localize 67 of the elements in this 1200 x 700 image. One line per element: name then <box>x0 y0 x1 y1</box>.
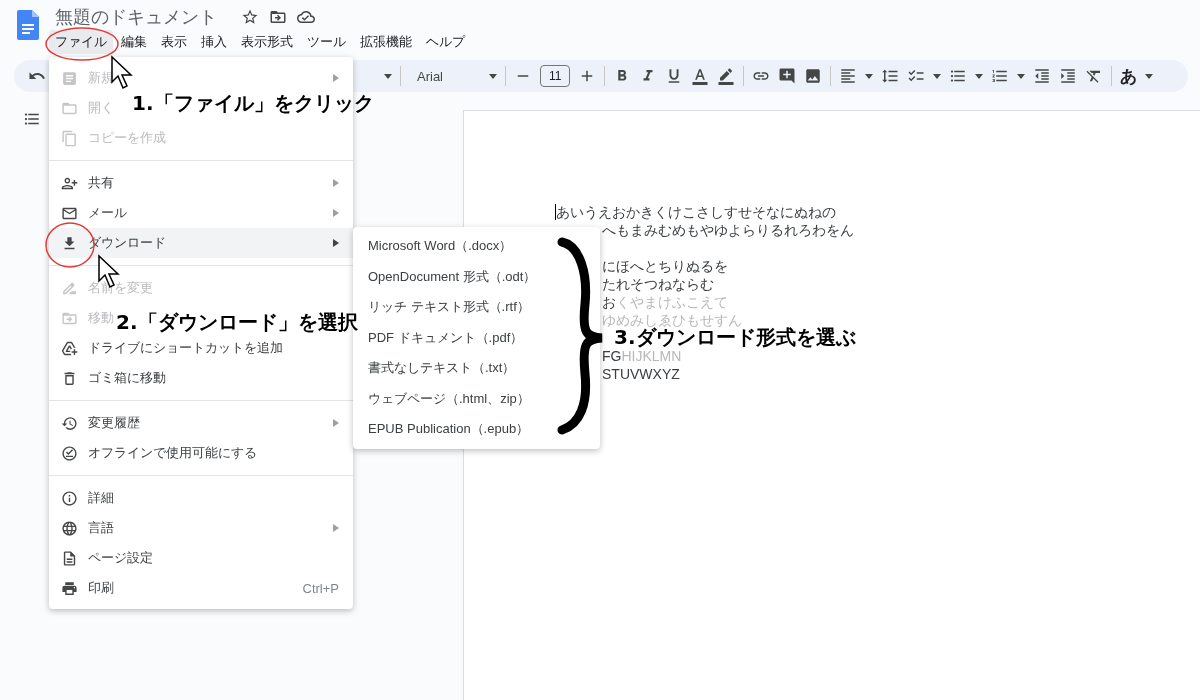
menu-item[interactable]: 変更履歴 <box>88 414 140 432</box>
text-color-icon[interactable] <box>691 67 710 85</box>
menu-item[interactable]: ゴミ箱に移動 <box>88 369 166 387</box>
menu-item[interactable]: 言語 <box>88 519 114 537</box>
document-text: ゆめみしゑひもせすん <box>601 311 743 328</box>
submenu-item[interactable]: 書式なしテキスト（.txt） <box>353 353 516 384</box>
caret-icon <box>1145 73 1154 79</box>
document-text: たれそつねならむ <box>601 275 715 293</box>
menu-item-icon <box>61 519 78 537</box>
menu-item[interactable]: オフラインで使用可能にする <box>88 444 257 462</box>
menu-item[interactable]: 印刷 <box>88 579 114 597</box>
menu-item-icon <box>61 414 78 432</box>
numbered-list-icon[interactable] <box>991 67 1010 85</box>
submenu-item[interactable]: ウェブページ（.html、zip） <box>353 383 530 414</box>
menu-item[interactable]: ドライブにショートカットを追加 <box>88 339 283 357</box>
document-text: FGHIJKLMN <box>601 348 683 365</box>
menu-item-icon <box>61 489 78 507</box>
menu-item-icon <box>61 129 78 147</box>
document-text: へもまみむめもやゆよらりるれろわをん <box>601 221 855 239</box>
document-text: にほへとちりぬるを <box>601 257 729 275</box>
menu-tab[interactable]: 編集 <box>115 30 153 54</box>
menu-item-icon <box>61 339 78 357</box>
menu-item-icon <box>61 69 78 87</box>
shortcut-label: Ctrl+P <box>302 580 339 596</box>
menu-tab[interactable]: ツール <box>301 30 352 54</box>
step-caption: 2.「ダウンロード」を選択 <box>116 309 358 336</box>
document-text: STUVWXYZ <box>601 365 681 383</box>
document-text: あいうえおかきくけこさしすせそなにぬねの <box>555 203 837 221</box>
caret-icon <box>933 73 942 79</box>
menu-item-icon <box>61 549 78 567</box>
submenu-item[interactable]: OpenDocument 形式（.odt） <box>353 261 537 292</box>
docs-logo-icon[interactable] <box>17 10 39 40</box>
menu-tab[interactable]: ヘルプ <box>420 30 471 54</box>
menu-tab[interactable]: 表示 <box>155 30 193 54</box>
indent-increase-icon[interactable] <box>1059 67 1078 85</box>
highlighter-icon[interactable] <box>717 67 736 85</box>
menu-item[interactable]: 詳細 <box>88 489 114 507</box>
folder-move-icon[interactable] <box>269 8 287 26</box>
menu-tab[interactable]: 拡張機能 <box>354 30 418 54</box>
menu-item[interactable]: ページ設定 <box>88 549 153 567</box>
caret-icon <box>1017 73 1026 79</box>
document-text: お くやまけふこえて <box>601 293 729 311</box>
menu-tab[interactable]: 挿入 <box>195 30 233 54</box>
submenu-item[interactable]: Microsoft Word（.docx） <box>353 231 513 262</box>
menu-item[interactable]: 共有 <box>88 174 114 192</box>
caret-icon <box>489 73 497 79</box>
align-left-icon[interactable] <box>839 67 858 85</box>
submenu-item[interactable]: EPUB Publication（.epub） <box>353 414 530 445</box>
caret-icon <box>975 73 984 79</box>
indent-decrease-icon[interactable] <box>1033 67 1052 85</box>
font-dropdown[interactable]: Arial <box>409 64 481 88</box>
menu-item-icon <box>61 579 78 597</box>
cloud-icon[interactable] <box>297 8 315 26</box>
add-comment-icon[interactable] <box>778 67 797 85</box>
caret-icon <box>865 73 874 79</box>
image-icon[interactable] <box>804 67 823 85</box>
line-spacing-icon[interactable] <box>881 67 900 85</box>
caret-icon <box>384 73 392 79</box>
menu-tab[interactable]: 表示形式 <box>235 30 299 54</box>
star-icon[interactable] <box>241 8 259 26</box>
menu-item[interactable]: メール <box>88 204 127 222</box>
document-title[interactable]: 無題のドキュメント <box>55 5 217 29</box>
font-size-field[interactable]: 11 <box>540 65 571 87</box>
step-caption: 1.「ファイル」をクリック <box>132 90 374 117</box>
menu-tab[interactable]: ファイル <box>49 30 113 54</box>
input-method-button[interactable]: あ <box>1120 64 1138 88</box>
menu-item-icon <box>61 444 78 462</box>
